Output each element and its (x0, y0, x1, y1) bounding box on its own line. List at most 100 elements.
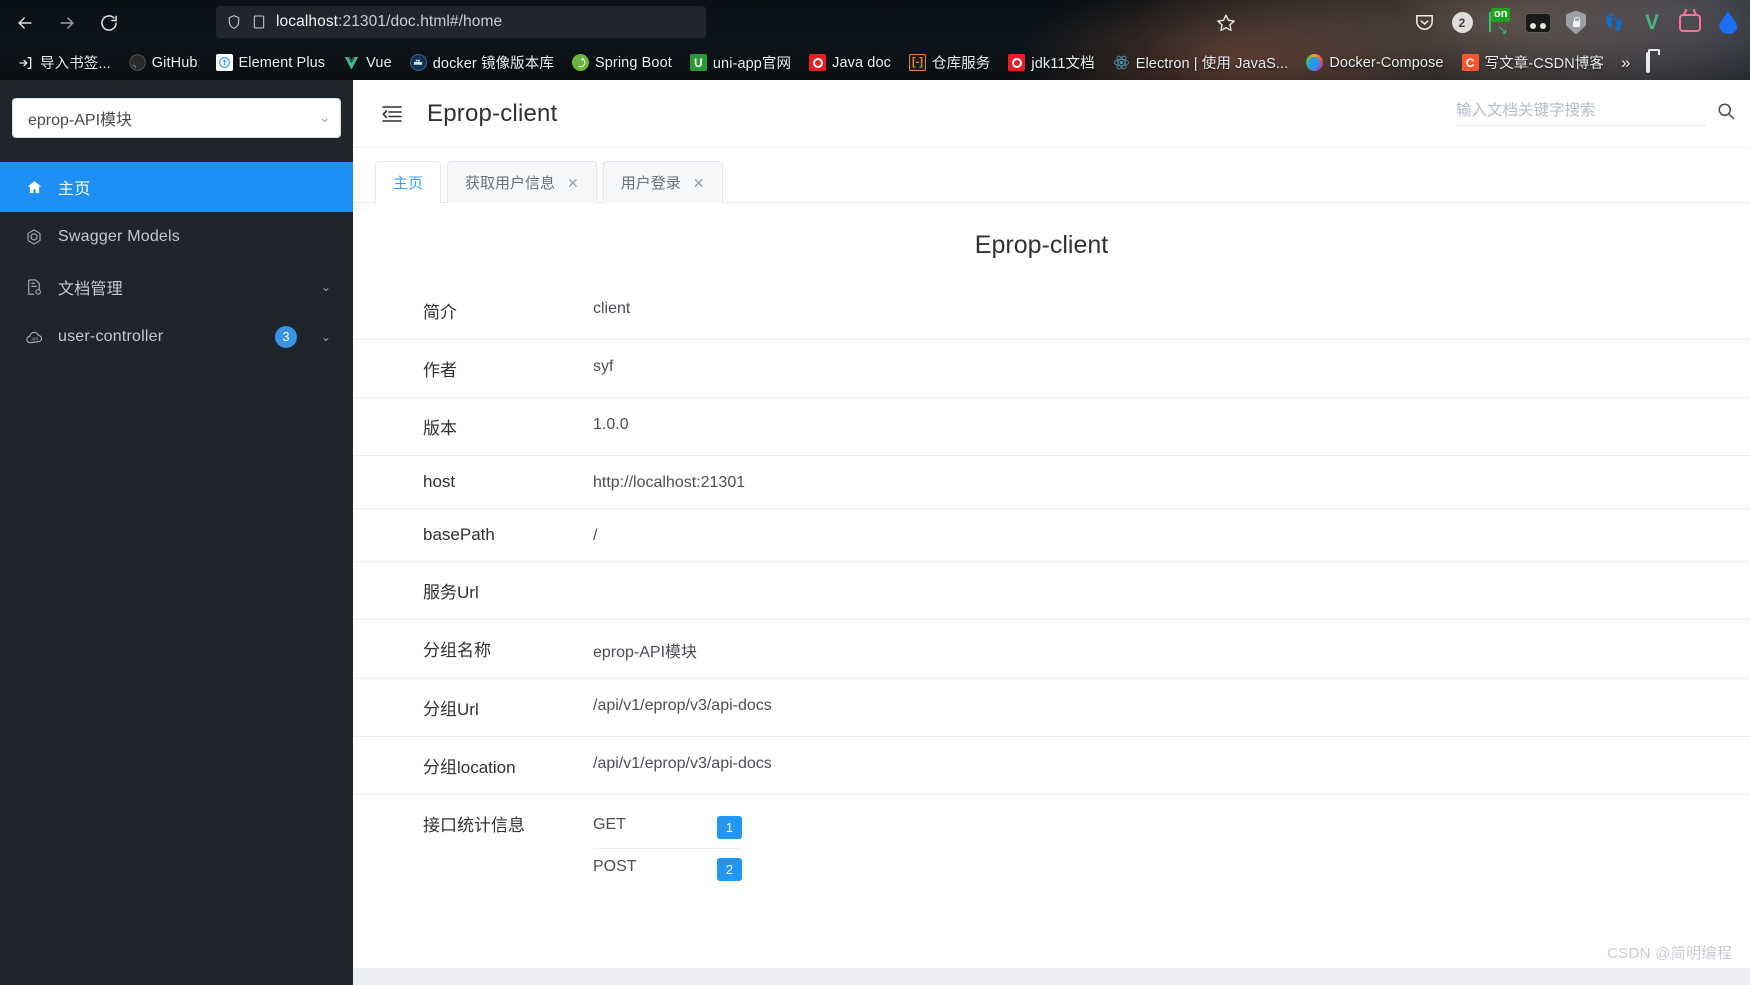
topbar: Eprop-client (353, 80, 1750, 148)
arrow-left-icon (15, 13, 35, 33)
bookmark-docker-compose[interactable]: Docker-Compose (1297, 49, 1452, 77)
bookmarks-bar: 导入书签... GitHub Element Plus Vue (0, 45, 1750, 80)
notification-count-badge: 2 (1452, 12, 1473, 33)
row-value: client (593, 282, 1750, 340)
row-key: 接口统计信息 (353, 795, 593, 907)
bookmark-label: 导入书签... (40, 52, 111, 73)
bookmark-label: Vue (366, 55, 392, 71)
bookmark-label: uni-app官网 (713, 52, 791, 73)
spring-boot-icon (572, 54, 589, 71)
row-key: basePath (353, 509, 593, 562)
document-manage-icon (24, 278, 44, 296)
sidebar-item-home[interactable]: 主页 (0, 162, 353, 212)
bookmark-jdk11[interactable]: jdk11文档 (999, 49, 1103, 77)
lock-shield-icon (1566, 11, 1586, 35)
ooze-extension-button[interactable] (1520, 5, 1556, 41)
table-row: 分组Url /api/v1/eprop/v3/api-docs (353, 679, 1750, 737)
java-doc-icon (809, 54, 826, 71)
switchy-on-label: on (1491, 8, 1510, 22)
bookmark-csdn[interactable]: C 写文章-CSDN博客 (1453, 49, 1613, 77)
bilibili-extension-button[interactable] (1672, 5, 1708, 41)
sidebar-item-document-manage[interactable]: 文档管理 ⌄ (0, 262, 353, 312)
sidebar-item-swagger-models[interactable]: Swagger Models (0, 212, 353, 262)
bookmark-docker[interactable]: docker 镜像版本库 (401, 49, 563, 77)
bookmark-vue[interactable]: Vue (334, 49, 401, 77)
forward-button[interactable] (48, 6, 86, 40)
row-key: 简介 (353, 282, 593, 340)
bookmark-github[interactable]: GitHub (120, 49, 207, 77)
search-input-wrapper[interactable] (1456, 102, 1706, 126)
bookmark-star-button[interactable] (1208, 5, 1244, 41)
stat-row: POST 2 (593, 849, 742, 891)
group-select-value: eprop-API模块 (28, 106, 319, 130)
bookmark-folder-button[interactable] (1646, 54, 1650, 72)
row-value: http://localhost:21301 (593, 456, 1750, 509)
group-select[interactable]: eprop-API模块 ⌄ (12, 98, 341, 138)
home-icon (24, 179, 44, 196)
droplet-extension-icon (1719, 11, 1738, 34)
lock-shield-extension-button[interactable] (1558, 5, 1594, 41)
switchyomega-extension-button[interactable]: on ↘ (1482, 5, 1518, 41)
search-icon[interactable] (1716, 101, 1736, 127)
notification-count-button[interactable]: 2 (1444, 5, 1480, 41)
watermark: CSDN @简明编程 (1607, 942, 1732, 963)
sidebar-item-user-controller[interactable]: API user-controller 3 ⌄ (0, 312, 353, 362)
uniapp-icon: U (690, 54, 707, 71)
table-row: 分组location /api/v1/eprop/v3/api-docs (353, 737, 1750, 795)
pocket-extension-button[interactable] (1406, 5, 1442, 41)
main-area: Eprop-client 主页 获取用户信息 ✕ 用户登录 ✕ (353, 80, 1750, 985)
stat-method: GET (593, 807, 717, 849)
tab-label: 主页 (393, 172, 423, 193)
content-panel: Eprop-client 简介 client 作者 syf 版本 1.0.0 h… (353, 203, 1750, 985)
page-title: Eprop-client (427, 100, 557, 128)
bookmark-element-plus[interactable]: Element Plus (207, 49, 335, 77)
element-plus-icon (216, 54, 233, 71)
table-row: 版本 1.0.0 (353, 398, 1750, 456)
vue-devtools-button[interactable]: V (1634, 5, 1670, 41)
sidebar-item-badge: 3 (275, 326, 297, 348)
table-row: 作者 syf (353, 340, 1750, 398)
sidebar-item-label: user-controller (58, 328, 261, 346)
row-value: / (593, 509, 1750, 562)
github-icon (129, 54, 146, 71)
reload-button[interactable] (90, 6, 128, 40)
bookmark-uniapp[interactable]: U uni-app官网 (681, 49, 800, 77)
row-key: 服务Url (353, 562, 593, 620)
pocket-extension-icon (1413, 11, 1436, 34)
collapse-menu-icon[interactable] (379, 101, 405, 127)
chevron-down-icon: ⌄ (321, 330, 331, 344)
stat-count-cell: 1 (717, 807, 742, 849)
address-bar-url: localhost:21301/doc.html#/home (276, 13, 502, 31)
droplet-extension-button[interactable] (1710, 5, 1746, 41)
bookmark-repository[interactable]: [-] 仓库服务 (900, 49, 999, 77)
bookmarks-overflow-button[interactable]: » (1613, 53, 1638, 73)
bookmark-spring-boot[interactable]: Spring Boot (563, 49, 681, 77)
arrow-right-icon (57, 13, 77, 33)
doc-info-table: 简介 client 作者 syf 版本 1.0.0 host http://lo… (353, 282, 1750, 906)
tab-user-login[interactable]: 用户登录 ✕ (603, 161, 723, 203)
close-icon[interactable]: ✕ (693, 176, 705, 190)
address-bar[interactable]: localhost:21301/doc.html#/home (216, 6, 706, 38)
bookmark-electron[interactable]: Electron | 使用 JavaS... (1104, 49, 1298, 77)
tab-get-user-info[interactable]: 获取用户信息 ✕ (447, 161, 597, 203)
browser-chrome: localhost:21301/doc.html#/home 2 on ↘ (0, 0, 1750, 80)
sidebar-menu: 主页 Swagger Models 文档管理 ⌄ API user-con (0, 162, 353, 362)
bookmark-star-icon (1215, 12, 1237, 34)
search-input[interactable] (1456, 102, 1706, 120)
bookmark-java-doc[interactable]: Java doc (800, 49, 900, 77)
table-row: 服务Url (353, 562, 1750, 620)
application: eprop-API模块 ⌄ 主页 Swagger Models 文档 (0, 80, 1750, 985)
doc-title: Eprop-client (353, 231, 1750, 260)
electron-icon (1113, 54, 1130, 71)
tab-home[interactable]: 主页 (375, 161, 441, 203)
vue-icon (343, 54, 360, 71)
tab-label: 获取用户信息 (465, 172, 555, 193)
browser-toolbar: localhost:21301/doc.html#/home 2 on ↘ (0, 0, 1750, 45)
close-icon[interactable]: ✕ (567, 176, 579, 190)
bookmark-import[interactable]: 导入书签... (8, 49, 120, 77)
footprint-extension-button[interactable]: 👣 (1596, 5, 1632, 41)
row-value (593, 562, 1750, 620)
reload-icon (99, 13, 119, 33)
vue-devtools-icon: V (1645, 12, 1659, 33)
back-button[interactable] (6, 6, 44, 40)
